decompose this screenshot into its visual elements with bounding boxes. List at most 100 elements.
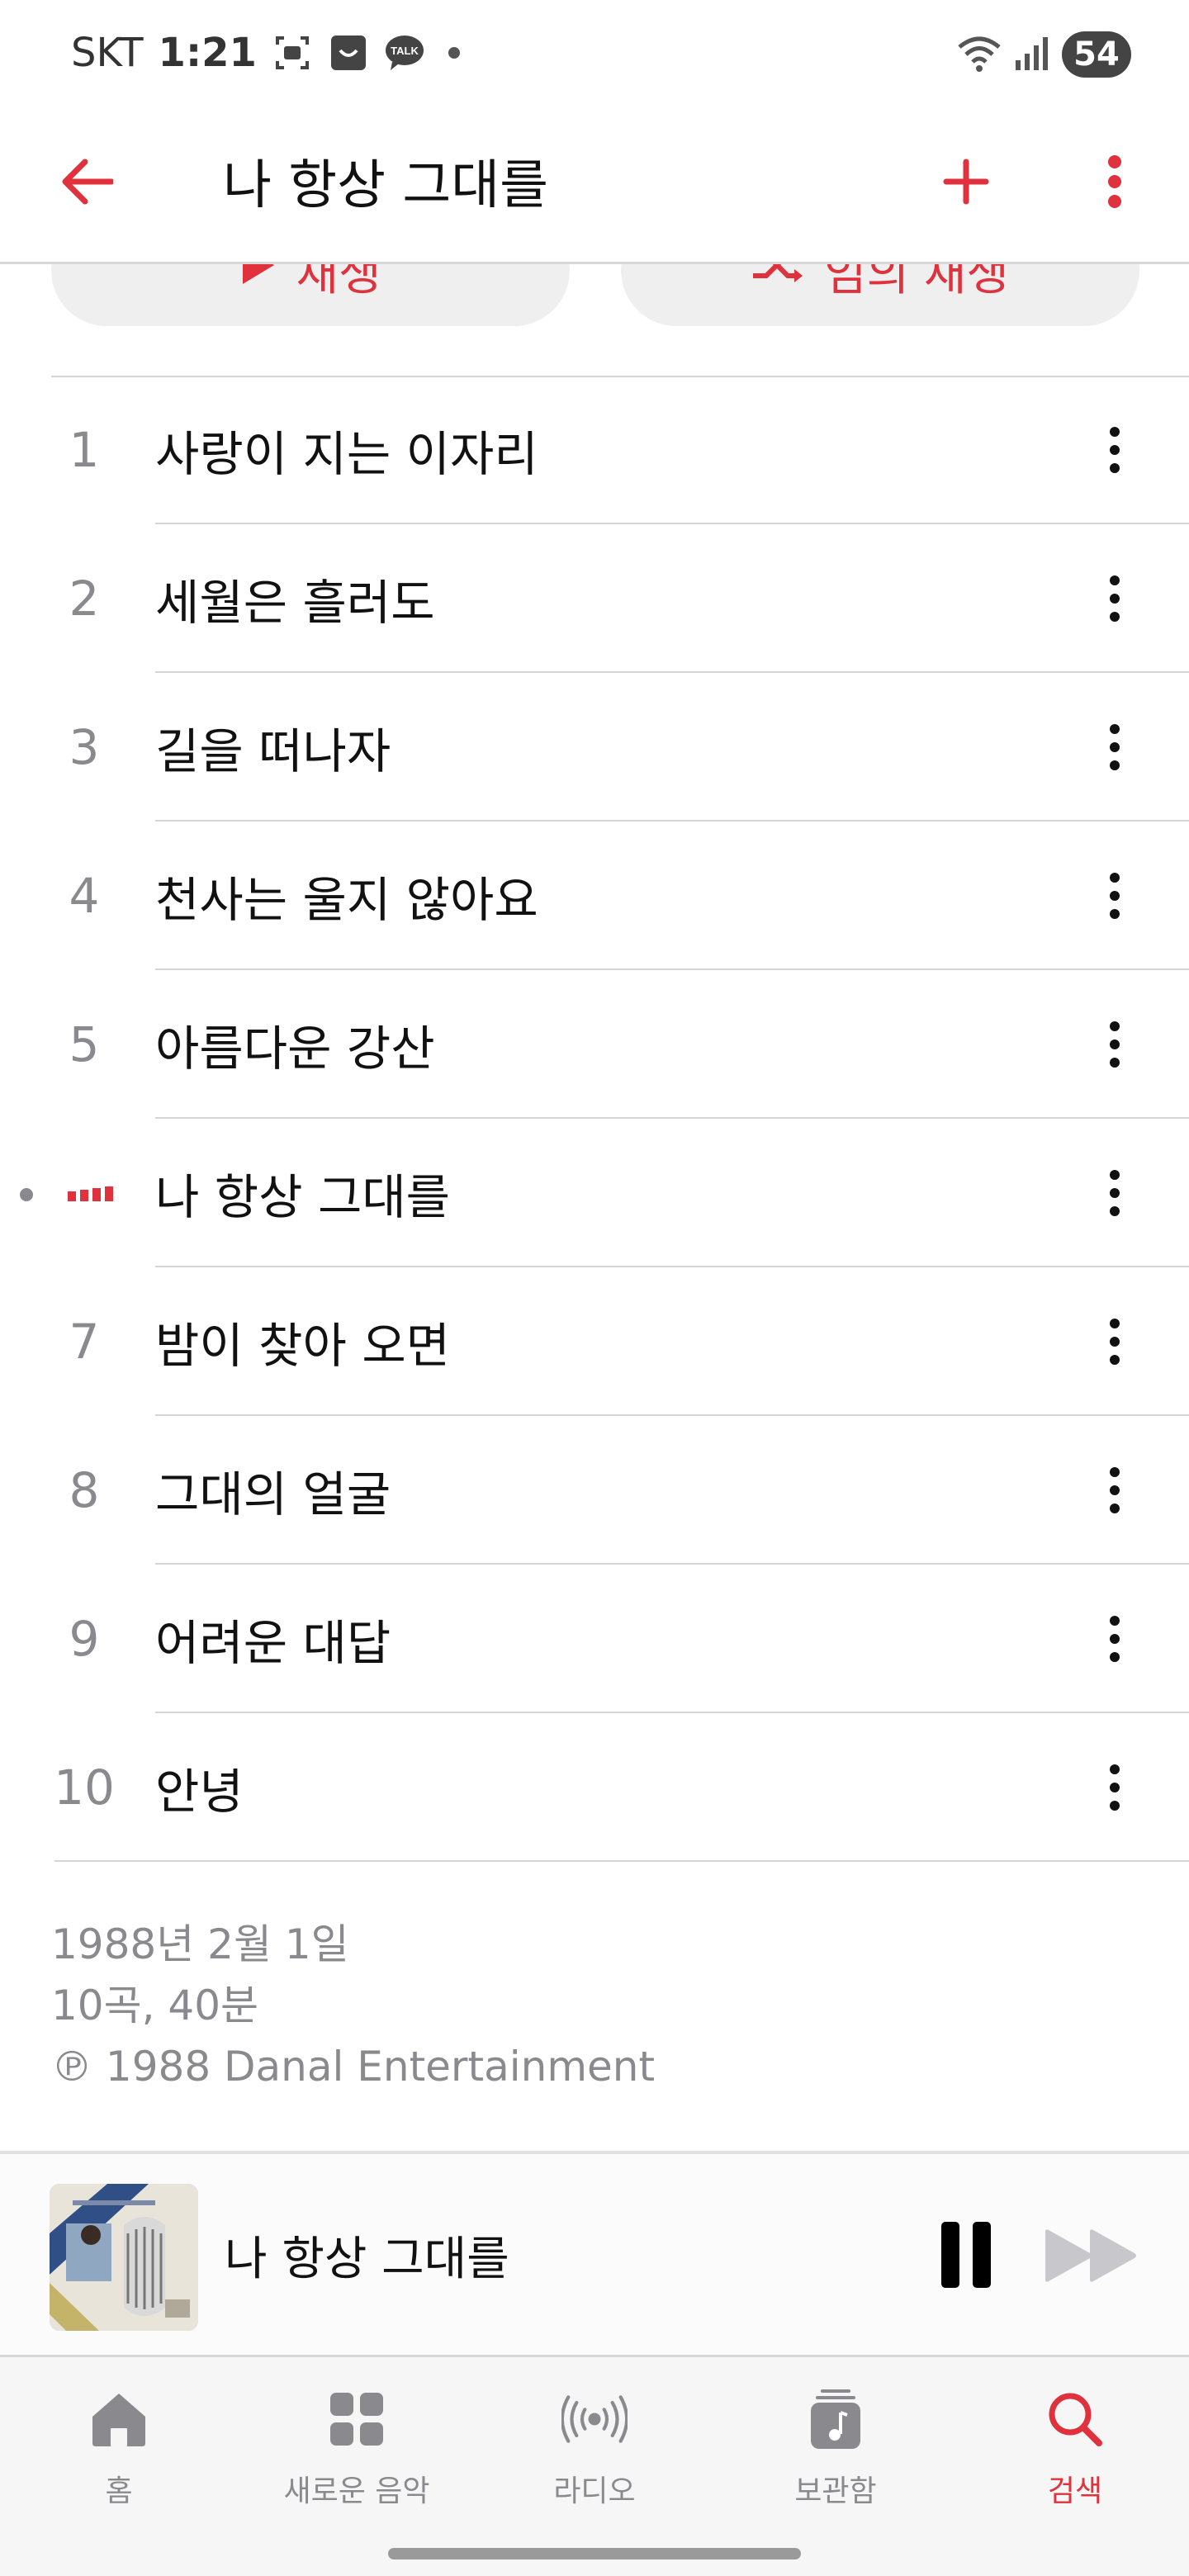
now-playing-dot-icon	[20, 1188, 33, 1201]
home-indicator[interactable]	[388, 2548, 801, 2559]
track-more-button[interactable]	[1094, 1152, 1135, 1234]
pause-icon-bar	[973, 2222, 991, 2288]
mini-player-title: 나 항상 그대를	[225, 2233, 509, 2286]
track-title: 사랑이 지는 이자리	[155, 426, 538, 482]
back-button[interactable]	[58, 149, 116, 215]
track-more-button[interactable]	[1094, 855, 1135, 937]
search-icon	[1042, 2386, 1108, 2452]
track-number: 8	[69, 1462, 100, 1518]
notification-dot-icon	[448, 47, 460, 59]
more-options-button[interactable]	[1090, 149, 1139, 215]
more-vertical-icon	[1110, 724, 1120, 770]
battery-indicator: 54	[1062, 31, 1131, 78]
signal-icon	[1014, 36, 1050, 73]
svg-text:TALK: TALK	[391, 45, 419, 57]
track-number: 3	[69, 719, 100, 775]
tab-search[interactable]: 검색	[976, 2386, 1174, 2535]
track-number: 5	[69, 1016, 100, 1073]
status-right: 54	[956, 31, 1131, 78]
track-more-button[interactable]	[1094, 557, 1135, 640]
track-number: 2	[69, 571, 100, 627]
track-title: 길을 떠나자	[155, 723, 391, 779]
tab-label: 새로운 음악	[283, 2474, 430, 2508]
tab-label: 보관함	[794, 2474, 877, 2508]
more-vertical-icon	[1110, 575, 1120, 622]
mini-player[interactable]: 나 항상 그대를	[0, 2151, 1189, 2357]
library-icon	[803, 2386, 869, 2452]
track-more-button[interactable]	[1094, 1449, 1135, 1532]
copyright: ℗ 1988 Danal Entertainment	[51, 2043, 656, 2091]
track-row[interactable]: 2 세월은 흘러도	[0, 524, 1189, 673]
grid-icon	[324, 2386, 390, 2452]
shopping-bag-icon	[328, 32, 369, 73]
more-vertical-icon	[1108, 155, 1121, 208]
tab-radio[interactable]: 라디오	[495, 2386, 694, 2535]
status-left: SKT 1:21 TALK	[71, 30, 460, 76]
track-title: 그대의 얼굴	[155, 1466, 391, 1522]
nav-header: 나 항상 그대를	[0, 107, 1189, 264]
tab-bar: 홈 새로운 음악 라디오 보관함 검색	[0, 2357, 1189, 2576]
status-time: 1:21	[158, 30, 257, 76]
track-number: 1	[69, 422, 100, 478]
track-number: 9	[69, 1611, 100, 1667]
track-title: 어려운 대답	[155, 1615, 391, 1671]
back-arrow-icon	[62, 159, 113, 205]
tab-label: 홈	[105, 2474, 133, 2508]
talk-icon: TALK	[384, 32, 425, 73]
carrier-label: SKT	[71, 30, 144, 76]
track-more-button[interactable]	[1094, 1746, 1135, 1829]
pause-button[interactable]	[937, 2222, 995, 2288]
track-title: 천사는 울지 않아요	[155, 872, 538, 928]
forward-button[interactable]	[1042, 2227, 1141, 2285]
plus-icon	[943, 159, 989, 205]
screenshot-icon	[272, 32, 313, 73]
more-vertical-icon	[1110, 1764, 1120, 1811]
tab-label: 라디오	[553, 2474, 636, 2508]
forward-icon	[1045, 2229, 1136, 2282]
track-row[interactable]: 8 그대의 얼굴	[0, 1416, 1189, 1565]
album-info: 1988년 2월 1일 10곡, 40분 ℗ 1988 Danal Entert…	[51, 1914, 655, 2097]
track-row[interactable]: 9 어려운 대답	[0, 1565, 1189, 1713]
track-title: 나 항상 그대를	[155, 1169, 451, 1225]
home-icon	[86, 2386, 152, 2452]
tab-new-music[interactable]: 새로운 음악	[258, 2386, 456, 2535]
more-vertical-icon	[1110, 1467, 1120, 1513]
more-vertical-icon	[1110, 427, 1120, 473]
track-title: 아름다운 강산	[155, 1020, 435, 1077]
more-vertical-icon	[1110, 1170, 1120, 1216]
track-number: 4	[69, 868, 100, 924]
album-artwork[interactable]	[50, 2184, 198, 2331]
track-title: 밤이 찾아 오면	[155, 1318, 451, 1374]
track-title: 안녕	[155, 1764, 244, 1820]
tab-home[interactable]: 홈	[20, 2386, 218, 2535]
pause-icon	[941, 2222, 959, 2288]
track-row[interactable]: 10 안녕	[0, 1713, 1189, 1862]
track-list: 1 사랑이 지는 이자리 2 세월은 흘러도 3 길을 떠나자 4 천사는 울지…	[0, 376, 1189, 1862]
track-row[interactable]: 7 밤이 찾아 오면	[0, 1267, 1189, 1416]
track-row[interactable]: 1 사랑이 지는 이자리	[0, 376, 1189, 524]
more-vertical-icon	[1110, 1616, 1120, 1662]
more-vertical-icon	[1110, 873, 1120, 919]
more-vertical-icon	[1110, 1021, 1120, 1068]
track-row[interactable]: 3 길을 떠나자	[0, 673, 1189, 822]
track-number: 7	[69, 1314, 100, 1370]
track-more-button[interactable]	[1094, 409, 1135, 491]
track-more-button[interactable]	[1094, 1598, 1135, 1680]
track-more-button[interactable]	[1094, 1003, 1135, 1086]
page-title: 나 항상 그대를	[223, 155, 548, 216]
tab-label: 검색	[1047, 2474, 1103, 2508]
track-row[interactable]: 5 아름다운 강산	[0, 970, 1189, 1119]
add-button[interactable]	[937, 149, 995, 215]
wifi-icon	[956, 34, 1002, 75]
track-title: 세월은 흘러도	[155, 575, 435, 631]
radio-icon	[561, 2386, 628, 2452]
tab-library[interactable]: 보관함	[737, 2386, 935, 2535]
track-summary: 10곡, 40분	[51, 1982, 259, 2029]
track-number: 10	[54, 1759, 115, 1816]
status-bar: SKT 1:21 TALK 54	[0, 0, 1189, 107]
track-more-button[interactable]	[1094, 1300, 1135, 1383]
track-more-button[interactable]	[1094, 706, 1135, 788]
track-row-now-playing[interactable]: 나 항상 그대를	[0, 1119, 1189, 1267]
release-date: 1988년 2월 1일	[51, 1920, 349, 1968]
track-row[interactable]: 4 천사는 울지 않아요	[0, 822, 1189, 970]
